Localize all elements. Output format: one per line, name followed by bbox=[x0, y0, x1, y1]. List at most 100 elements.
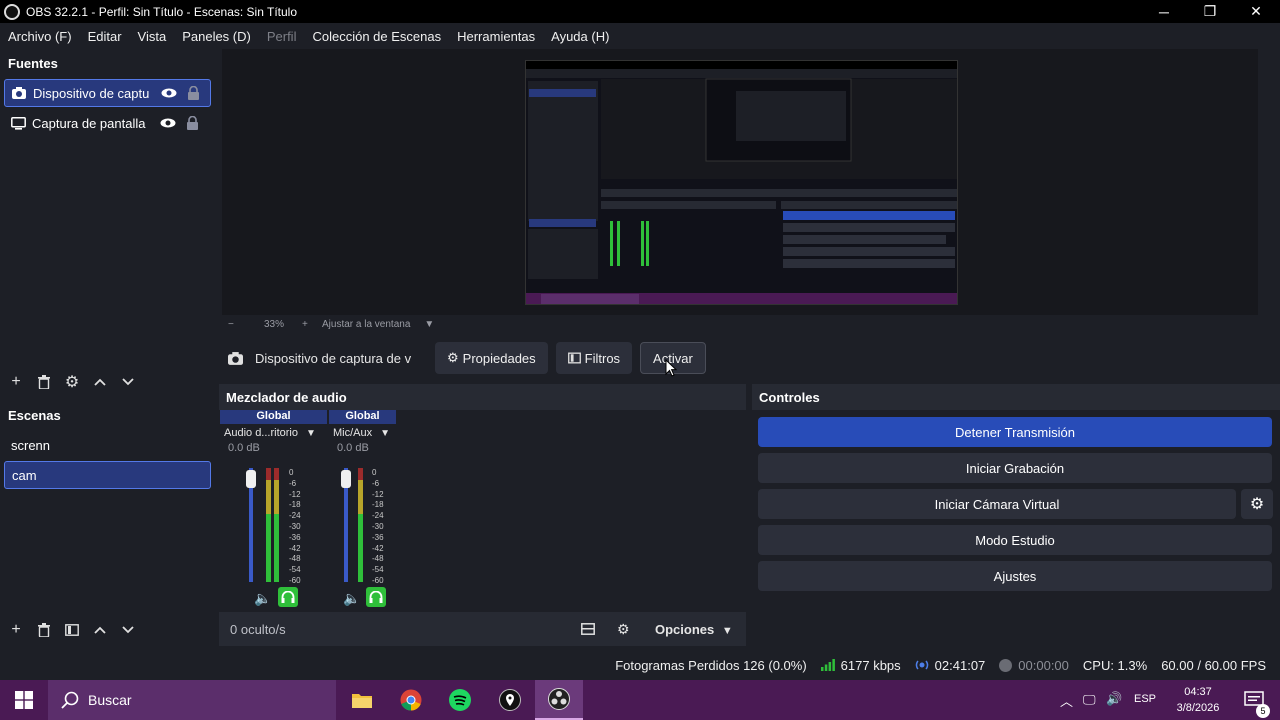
sources-list: Dispositivo de captu Captura de pantalla bbox=[0, 77, 215, 139]
filters-label: Filtros bbox=[584, 350, 621, 366]
scenes-toolbar: + bbox=[2, 618, 142, 642]
file-explorer-icon[interactable] bbox=[338, 680, 386, 720]
hidden-count: 0 oculto/s bbox=[230, 621, 286, 637]
level-meter-left bbox=[358, 468, 363, 582]
windows-start-icon[interactable] bbox=[0, 680, 48, 720]
volume-fader-handle[interactable] bbox=[341, 470, 351, 488]
headphones-icon[interactable] bbox=[366, 587, 386, 607]
volume-icon[interactable]: 🔊 bbox=[1106, 691, 1122, 707]
chevron-down-icon[interactable]: ▼ bbox=[424, 319, 434, 330]
scenes-title: Escenas bbox=[8, 408, 61, 423]
scenes-dock: Escenas screnn cam + bbox=[0, 403, 215, 643]
channel-name[interactable]: Mic/Aux ▼ bbox=[329, 424, 396, 442]
studio-mode-button[interactable]: Modo Estudio bbox=[758, 525, 1272, 555]
lock-icon[interactable] bbox=[180, 116, 204, 130]
preview-scrollbar[interactable] bbox=[1262, 49, 1280, 315]
controls-title: Controles bbox=[759, 389, 820, 405]
record-time-value: 00:00:00 bbox=[1018, 657, 1069, 673]
stop-streaming-button[interactable]: Detener Transmisión bbox=[758, 417, 1272, 447]
stream-time-value: 02:41:07 bbox=[934, 657, 986, 673]
options-button[interactable]: Opciones ▼ bbox=[655, 622, 733, 637]
zoom-out-button[interactable]: − bbox=[228, 319, 246, 330]
mouse-cursor-icon bbox=[665, 358, 678, 380]
minimize-button[interactable]: ─ bbox=[1141, 0, 1187, 23]
taskbar-search-box[interactable]: Buscar bbox=[48, 680, 336, 720]
source-label: Captura de pantalla bbox=[32, 115, 146, 131]
meter-scale: 0 -6 -12 -18 -24 -30 -36 -42 -48 -54 -60 bbox=[289, 468, 301, 585]
options-label: Opciones bbox=[655, 621, 715, 637]
chevron-down-icon[interactable]: ▼ bbox=[306, 428, 316, 439]
layout-toggle-icon[interactable] bbox=[581, 623, 595, 635]
close-button[interactable]: ✕ bbox=[1233, 0, 1279, 23]
menu-perfil[interactable]: Perfil bbox=[259, 29, 305, 44]
trash-icon[interactable] bbox=[30, 370, 58, 394]
gear-icon[interactable]: ⚙ bbox=[58, 370, 86, 394]
speaker-icon[interactable]: 🔈 bbox=[254, 590, 271, 607]
zoom-in-button[interactable]: + bbox=[302, 319, 318, 330]
settings-button[interactable]: Ajustes bbox=[758, 561, 1272, 591]
visibility-eye-icon[interactable] bbox=[156, 118, 180, 128]
start-virtualcam-button[interactable]: Iniciar Cámara Virtual bbox=[758, 489, 1236, 519]
source-item-screen-capture[interactable]: Captura de pantalla bbox=[4, 109, 211, 137]
move-up-icon[interactable] bbox=[86, 618, 114, 642]
add-source-button[interactable]: + bbox=[2, 370, 30, 394]
chevron-down-icon[interactable]: ▼ bbox=[380, 428, 390, 439]
start-recording-button[interactable]: Iniciar Grabación bbox=[758, 453, 1272, 483]
volume-fader-handle[interactable] bbox=[246, 470, 256, 488]
maximize-button[interactable]: ❐ bbox=[1187, 0, 1233, 23]
chevron-up-icon[interactable]: ︿ bbox=[1060, 691, 1073, 710]
menu-bar: Archivo (F) Editar Vista Paneles (D) Per… bbox=[0, 23, 1280, 49]
language-indicator[interactable]: ESP bbox=[1134, 693, 1156, 705]
menu-herramientas[interactable]: Herramientas bbox=[449, 29, 543, 44]
sources-toolbar: + ⚙ bbox=[2, 370, 142, 394]
sources-dock: Fuentes Dispositivo de captu Captura de … bbox=[0, 49, 215, 391]
menu-coleccion-escenas[interactable]: Colección de Escenas bbox=[304, 29, 449, 44]
menu-paneles[interactable]: Paneles (D) bbox=[174, 29, 259, 44]
obs-logo-icon bbox=[4, 3, 20, 20]
record-timer: 00:00:00 bbox=[999, 658, 1069, 673]
meter-scale: 0 -6 -12 -18 -24 -30 -36 -42 -48 -54 -60 bbox=[372, 468, 384, 585]
network-icon[interactable]: 🖵 bbox=[1083, 692, 1096, 708]
menu-vista[interactable]: Vista bbox=[130, 29, 175, 44]
source-item-capture-device[interactable]: Dispositivo de captu bbox=[4, 79, 211, 107]
properties-label: Propiedades bbox=[462, 350, 536, 366]
bitrate: 6177 kbps bbox=[820, 658, 901, 673]
headphones-icon[interactable] bbox=[278, 587, 298, 607]
mixer-header: Mezclador de audio bbox=[219, 384, 746, 410]
controls-dock: Controles Detener Transmisión Iniciar Gr… bbox=[752, 384, 1280, 646]
move-up-icon[interactable] bbox=[86, 370, 114, 394]
move-down-icon[interactable] bbox=[114, 618, 142, 642]
channel-name-label: Mic/Aux bbox=[333, 427, 373, 439]
spotify-icon[interactable] bbox=[436, 680, 484, 720]
speaker-icon[interactable]: 🔈 bbox=[343, 590, 360, 607]
advanced-audio-gear-icon[interactable]: ⚙ bbox=[617, 621, 630, 638]
scene-item-cam[interactable]: cam bbox=[4, 461, 211, 489]
visibility-eye-icon[interactable] bbox=[157, 88, 181, 98]
mixer-body: Global Audio d...ritorio ▼ 0.0 dB 0 -6 -12… bbox=[219, 410, 746, 612]
channel-name[interactable]: Audio d...ritorio ▼ bbox=[220, 424, 327, 442]
search-placeholder: Buscar bbox=[88, 692, 132, 708]
obs-taskbar-icon[interactable] bbox=[535, 680, 583, 720]
add-scene-button[interactable]: + bbox=[2, 618, 30, 642]
menu-editar[interactable]: Editar bbox=[80, 29, 130, 44]
filters-button[interactable]: Filtros bbox=[555, 342, 633, 374]
scene-item-screnn[interactable]: screnn bbox=[4, 431, 211, 459]
fit-window-label[interactable]: Ajustar a la ventana bbox=[322, 319, 410, 330]
menu-ayuda[interactable]: Ayuda (H) bbox=[543, 29, 617, 44]
clock[interactable]: 04:37 3/8/2026 bbox=[1168, 684, 1228, 716]
channel-name-label: Audio d...ritorio bbox=[224, 427, 298, 439]
channel-header: Global bbox=[329, 410, 396, 424]
virtualcam-settings-gear-icon[interactable]: ⚙ bbox=[1241, 489, 1273, 519]
move-down-icon[interactable] bbox=[114, 370, 142, 394]
notification-count-badge: 5 bbox=[1256, 704, 1270, 718]
trash-icon[interactable] bbox=[30, 618, 58, 642]
chrome-icon[interactable] bbox=[387, 680, 435, 720]
lock-icon[interactable] bbox=[181, 86, 205, 100]
stream-timer: 02:41:07 bbox=[915, 657, 986, 673]
menu-archivo[interactable]: Archivo (F) bbox=[0, 29, 80, 44]
app-location-icon[interactable] bbox=[486, 680, 534, 720]
scene-filters-icon[interactable] bbox=[58, 618, 86, 642]
properties-button[interactable]: ⚙ Propiedades bbox=[435, 342, 548, 374]
filter-icon bbox=[567, 352, 581, 364]
notifications-icon[interactable]: 5 bbox=[1234, 680, 1274, 720]
